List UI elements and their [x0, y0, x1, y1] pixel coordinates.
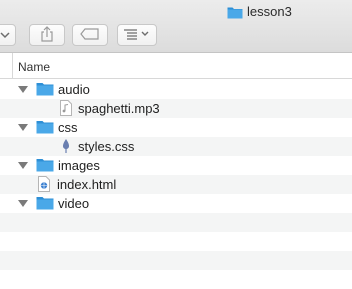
disclosure-triangle-icon[interactable]: [18, 200, 28, 207]
item-label: css: [58, 120, 78, 135]
window-title: lesson3: [227, 4, 292, 19]
view-options-icon: [123, 28, 151, 43]
chevron-down-icon: [0, 28, 10, 42]
folder-icon: [36, 120, 54, 137]
tag-button[interactable]: [72, 24, 108, 46]
empty-row: [0, 270, 352, 289]
name-column-header[interactable]: Name: [18, 60, 50, 74]
item-label: audio: [58, 82, 90, 97]
file-list: audio spaghetti.mp3 css styles.css image…: [0, 80, 352, 289]
empty-row: [0, 251, 352, 270]
folder-icon: [227, 5, 243, 19]
back-forward-button[interactable]: [0, 24, 16, 46]
tag-icon: [80, 27, 100, 43]
window-titlebar: lesson3: [0, 0, 352, 53]
disclosure-triangle-icon[interactable]: [18, 86, 28, 93]
item-label: video: [58, 196, 90, 211]
list-item[interactable]: css: [0, 118, 352, 137]
folder-icon: [36, 158, 54, 175]
column-separator[interactable]: [12, 53, 13, 79]
list-item[interactable]: spaghetti.mp3: [0, 99, 352, 118]
disclosure-triangle-icon[interactable]: [18, 162, 28, 169]
item-label: images: [58, 158, 100, 173]
share-button[interactable]: [29, 24, 65, 46]
empty-row: [0, 232, 352, 251]
item-label: index.html: [57, 177, 117, 192]
window-title-label: lesson3: [247, 4, 292, 19]
list-item[interactable]: index.html: [0, 175, 352, 194]
list-item[interactable]: video: [0, 194, 352, 213]
folder-icon: [36, 82, 54, 99]
share-icon: [40, 25, 54, 45]
list-item[interactable]: audio: [0, 80, 352, 99]
list-item[interactable]: styles.css: [0, 137, 352, 156]
column-header: Name: [0, 53, 352, 79]
item-label: spaghetti.mp3: [78, 101, 160, 116]
list-item[interactable]: images: [0, 156, 352, 175]
audio-file-icon: [60, 100, 72, 119]
css-file-icon: [60, 138, 72, 157]
folder-icon: [36, 196, 54, 213]
view-options-button[interactable]: [117, 24, 157, 46]
item-label: styles.css: [78, 139, 135, 154]
disclosure-triangle-icon[interactable]: [18, 124, 28, 131]
html-file-icon: [38, 176, 50, 195]
empty-row: [0, 213, 352, 232]
